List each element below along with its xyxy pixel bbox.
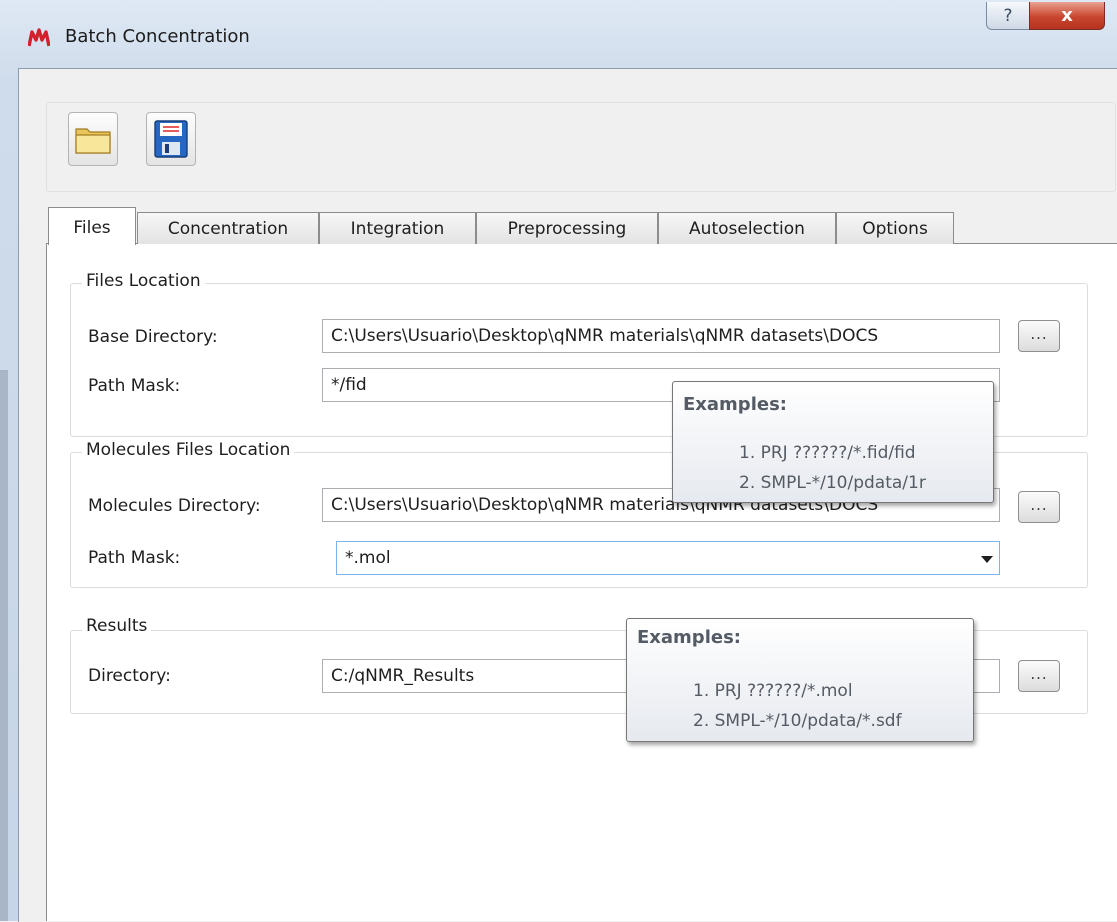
tab-files[interactable]: Files <box>48 207 136 245</box>
window-left-edge <box>0 370 8 921</box>
molecules-path-mask-value: *.mol <box>345 548 391 568</box>
tab-integration[interactable]: Integration <box>319 212 476 244</box>
save-button[interactable] <box>146 112 196 166</box>
files-location-title: Files Location <box>82 271 205 291</box>
floppy-save-icon <box>154 120 188 158</box>
help-icon: ? <box>1003 5 1013 26</box>
tab-concentration[interactable]: Concentration <box>137 212 319 244</box>
folder-open-icon <box>75 128 111 154</box>
close-icon: x <box>1061 5 1073 26</box>
tab-options[interactable]: Options <box>836 212 954 244</box>
open-button[interactable] <box>68 112 118 166</box>
molecules-path-mask-combo[interactable]: *.mol <box>336 541 1000 575</box>
molecules-directory-browse-button[interactable]: ... <box>1018 491 1060 523</box>
tooltip-example-2: 2. SMPL-*/10/pdata/1r <box>739 473 926 493</box>
window-title: Batch Concentration <box>65 26 250 47</box>
tab-preprocessing[interactable]: Preprocessing <box>476 212 658 244</box>
base-directory-browse-button[interactable]: ... <box>1018 320 1060 352</box>
molecules-path-mask-label: Path Mask: <box>88 548 181 568</box>
results-directory-browse-button[interactable]: ... <box>1018 660 1060 692</box>
path-mask-label: Path Mask: <box>88 376 181 396</box>
tab-autoselection[interactable]: Autoselection <box>658 212 836 244</box>
molecules-path-mask-tooltip: Examples: 1. PRJ ??????/*.mol 2. SMPL-*/… <box>626 618 974 742</box>
results-directory-label: Directory: <box>88 666 171 686</box>
molecules-directory-label: Molecules Directory: <box>88 496 261 516</box>
base-directory-field[interactable]: C:\Users\Usuario\Desktop\qNMR materials\… <box>322 319 1000 353</box>
toolbar <box>46 102 1116 192</box>
tooltip-heading: Examples: <box>637 627 741 648</box>
molecules-location-title: Molecules Files Location <box>82 440 295 460</box>
base-directory-label: Base Directory: <box>88 327 218 347</box>
chevron-down-icon[interactable] <box>981 556 993 563</box>
mnova-logo-icon <box>27 27 51 49</box>
tooltip-example-1: 1. PRJ ??????/*.mol <box>693 681 853 701</box>
dialog-window: Batch Concentration ? x Files Concentrat… <box>0 0 1117 922</box>
tooltip-example-1: 1. PRJ ??????/*.fid/fid <box>739 443 916 463</box>
tooltip-heading: Examples: <box>683 394 787 415</box>
files-path-mask-tooltip: Examples: 1. PRJ ??????/*.fid/fid 2. SMP… <box>672 381 994 503</box>
help-button[interactable]: ? <box>986 2 1030 30</box>
close-button[interactable]: x <box>1029 2 1105 30</box>
tooltip-example-2: 2. SMPL-*/10/pdata/*.sdf <box>693 711 902 731</box>
results-title: Results <box>82 616 152 636</box>
